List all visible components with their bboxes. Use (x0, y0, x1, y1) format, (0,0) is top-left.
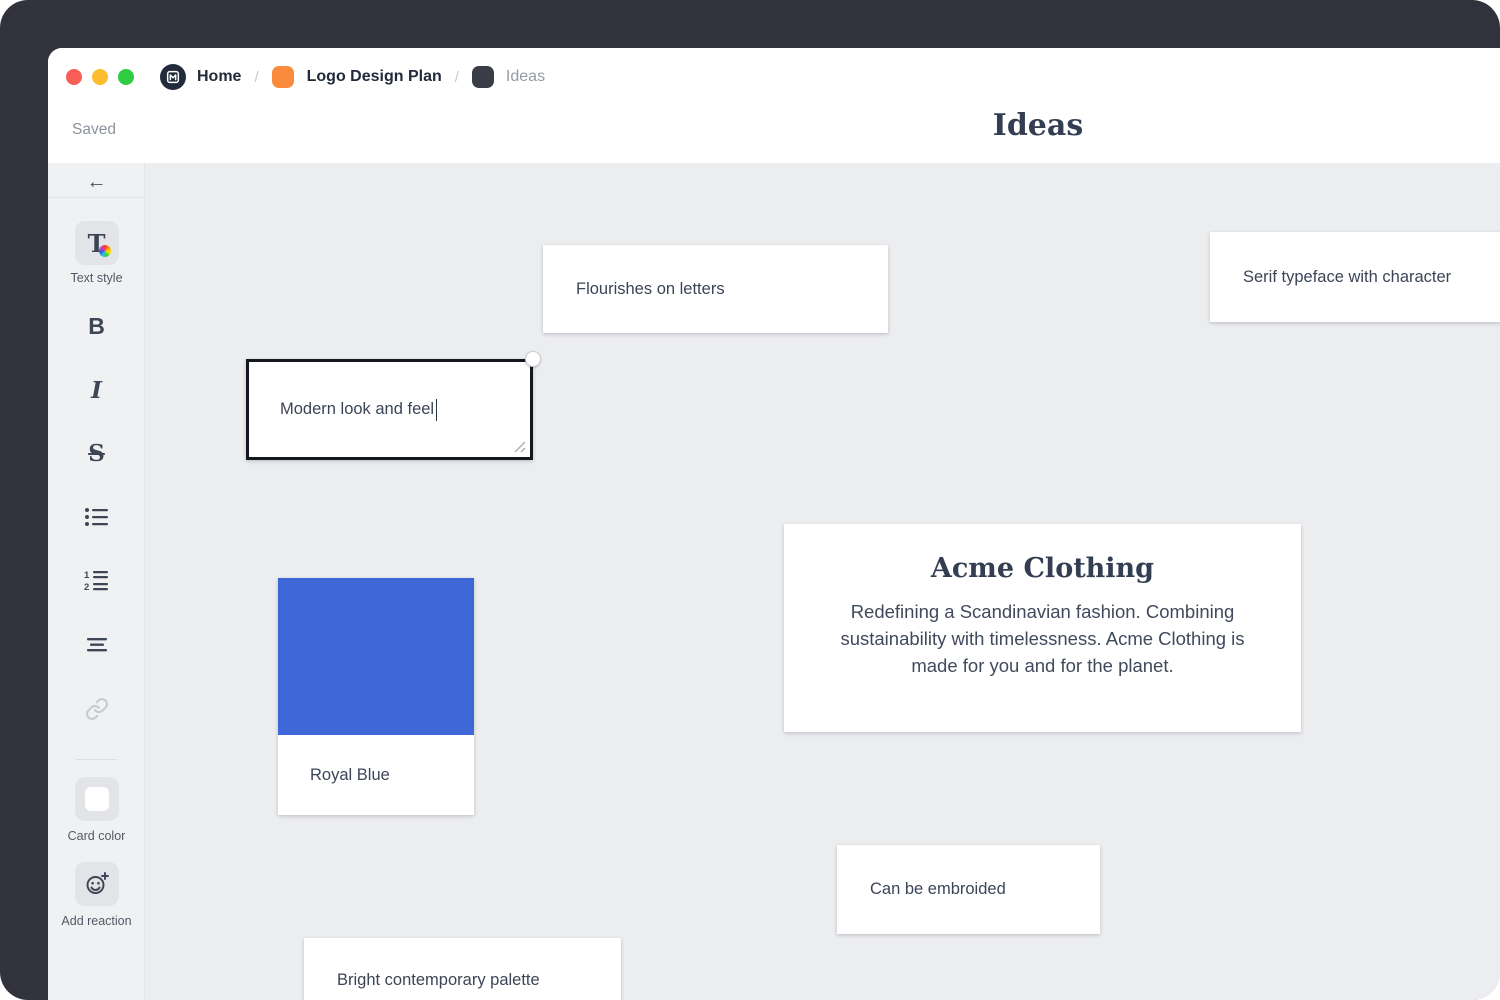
card-color-button[interactable] (75, 777, 119, 821)
format-toolbar: ← T Text style B I S 1 (48, 163, 145, 1000)
selection-handle[interactable] (525, 351, 541, 367)
add-reaction-icon (84, 871, 110, 897)
page-icon[interactable] (472, 66, 494, 88)
note-title: Acme Clothing (784, 524, 1301, 584)
numbered-list-button[interactable]: 1 2 (48, 567, 145, 595)
breadcrumb-board[interactable]: Logo Design Plan (307, 68, 442, 86)
resize-grip-icon[interactable] (513, 440, 526, 453)
text-card[interactable]: Serif typeface with character (1210, 232, 1500, 322)
text-card[interactable]: Bright contemporary palette (304, 938, 621, 1000)
align-center-icon (84, 635, 110, 655)
card-text: Serif typeface with character (1243, 268, 1451, 287)
strikethrough-button[interactable]: S (48, 438, 145, 468)
close-window-button[interactable] (66, 69, 82, 85)
breadcrumb-current-page: Ideas (506, 68, 545, 86)
board-canvas[interactable]: Flourishes on letters Serif typeface wit… (145, 163, 1500, 1000)
svg-text:2: 2 (84, 582, 89, 593)
link-icon (85, 697, 109, 721)
card-text: Flourishes on letters (576, 280, 725, 299)
color-wheel-icon (99, 245, 111, 257)
breadcrumb-separator: / (254, 69, 258, 86)
align-center-button[interactable] (48, 631, 145, 659)
note-body: Redefining a Scandinavian fashion. Combi… (817, 598, 1269, 679)
color-swatch-card[interactable]: Royal Blue (278, 578, 474, 815)
board-title[interactable]: Ideas (993, 108, 1083, 143)
back-icon[interactable]: ← (48, 169, 145, 195)
italic-button[interactable]: I (48, 375, 145, 405)
breadcrumb-home[interactable]: Home (197, 68, 241, 86)
link-button[interactable] (48, 695, 145, 723)
toolbar-divider (48, 197, 145, 198)
app-window: Home / Logo Design Plan / Ideas Saved Id… (48, 48, 1500, 1000)
milanote-logo-icon[interactable] (160, 64, 186, 90)
text-caret (436, 399, 437, 421)
bullet-list-button[interactable] (48, 503, 145, 531)
text-style-label: Text style (48, 270, 145, 286)
board-icon[interactable] (272, 66, 294, 88)
card-text: Modern look and feel (280, 400, 434, 419)
add-reaction-button[interactable] (75, 862, 119, 906)
swatch-label: Royal Blue (278, 735, 474, 815)
window-chrome-row: Home / Logo Design Plan / Ideas (66, 64, 545, 90)
header: Home / Logo Design Plan / Ideas Saved Id… (48, 48, 1500, 163)
text-card-selected-editing[interactable]: Modern look and feel (246, 359, 533, 460)
add-reaction-label: Add reaction (48, 913, 145, 929)
card-text: Can be embroided (870, 880, 1006, 899)
svg-text:1: 1 (84, 570, 90, 581)
breadcrumb-separator: / (455, 69, 459, 86)
traffic-lights (66, 69, 134, 85)
bold-button[interactable]: B (48, 311, 145, 341)
numbered-list-icon: 1 2 (84, 569, 110, 593)
card-text: Bright contemporary palette (337, 971, 540, 990)
text-card[interactable]: Can be embroided (837, 845, 1100, 934)
note-card[interactable]: Acme Clothing Redefining a Scandinavian … (784, 524, 1301, 732)
save-status: Saved (72, 121, 116, 139)
card-color-label: Card color (48, 828, 145, 844)
zoom-window-button[interactable] (118, 69, 134, 85)
card-color-swatch-icon (85, 787, 109, 811)
color-swatch (278, 578, 474, 735)
bullet-list-icon (84, 505, 110, 529)
text-card[interactable]: Flourishes on letters (543, 245, 888, 333)
app-frame: Home / Logo Design Plan / Ideas Saved Id… (0, 0, 1500, 1000)
toolbar-divider (76, 759, 117, 760)
minimize-window-button[interactable] (92, 69, 108, 85)
text-style-button[interactable]: T (75, 221, 119, 265)
